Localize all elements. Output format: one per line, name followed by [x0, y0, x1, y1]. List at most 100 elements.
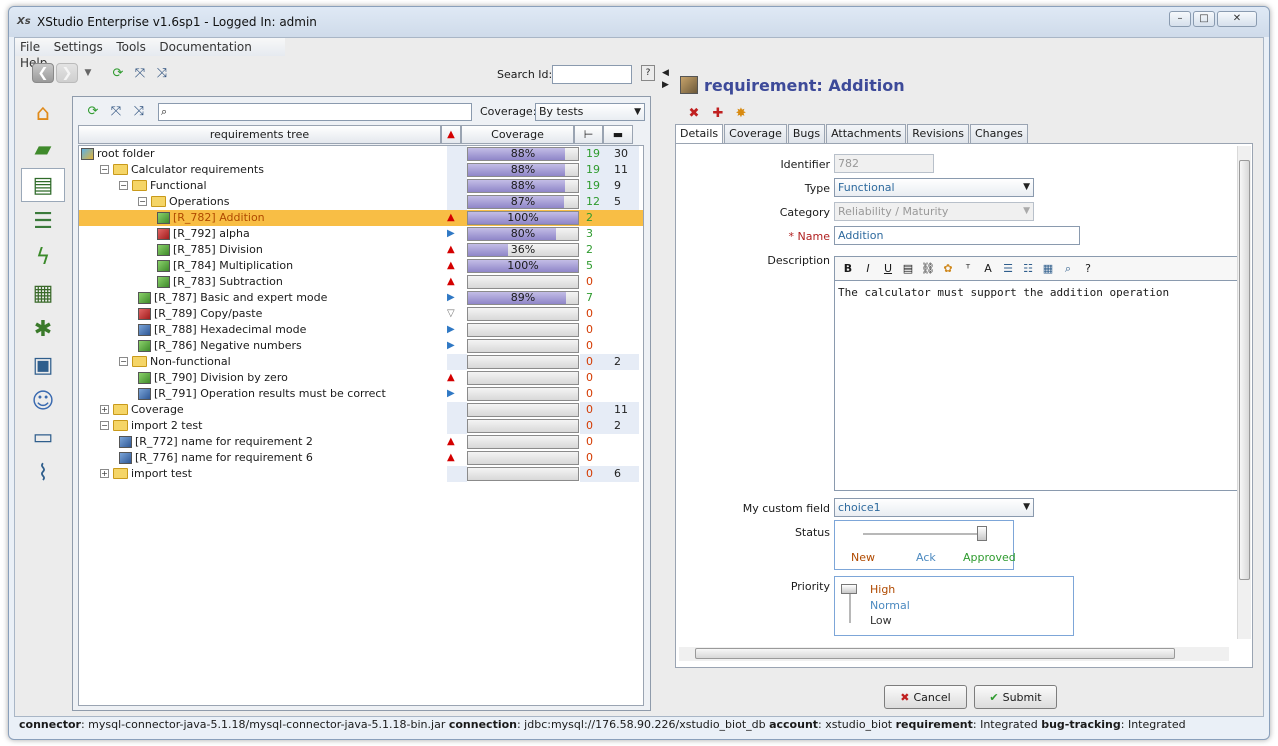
- tree-refresh-icon[interactable]: ⟳: [85, 103, 101, 119]
- close-button[interactable]: ✕: [1217, 11, 1257, 27]
- tree-node[interactable]: [R_785] Division: [157, 243, 263, 256]
- minimize-button[interactable]: –: [1169, 11, 1191, 27]
- tree-node[interactable]: [R_787] Basic and expert mode: [138, 291, 327, 304]
- col-header-tree[interactable]: requirements tree: [78, 125, 441, 144]
- books-icon[interactable]: ☰: [21, 204, 65, 238]
- priority-slider-thumb[interactable]: [841, 584, 857, 594]
- tab-bugs[interactable]: Bugs: [787, 124, 826, 143]
- tree-node[interactable]: [R_776] name for requirement 6: [119, 451, 313, 464]
- clapper-icon[interactable]: ▦: [21, 276, 65, 310]
- tree-row[interactable]: [R_776] name for requirement 6 ▲ 0: [79, 450, 643, 466]
- font-color-icon[interactable]: A: [981, 262, 995, 275]
- home-icon[interactable]: ⌂: [21, 96, 65, 130]
- tree-node[interactable]: − Operations: [138, 195, 229, 208]
- tree-node[interactable]: − Non-functional: [119, 355, 231, 368]
- tab-coverage[interactable]: Coverage: [724, 124, 787, 143]
- type-select[interactable]: Functional ▼: [834, 178, 1034, 197]
- tree-node[interactable]: [R_784] Multiplication: [157, 259, 293, 272]
- delete-requirement-icon[interactable]: ✖: [686, 105, 702, 121]
- tree-node[interactable]: [R_791] Operation results must be correc…: [138, 387, 386, 400]
- forward-button[interactable]: ❯: [56, 63, 78, 83]
- tree-node[interactable]: [R_786] Negative numbers: [138, 339, 302, 352]
- italic-icon[interactable]: I: [861, 262, 875, 275]
- collapse-all-icon[interactable]: ⤨: [154, 65, 170, 81]
- computer-icon[interactable]: ▭: [21, 420, 65, 454]
- tree-row[interactable]: [R_772] name for requirement 2 ▲ 0: [79, 434, 643, 450]
- underline-icon[interactable]: U: [881, 262, 895, 275]
- help-icon[interactable]: ?: [1081, 262, 1095, 275]
- tree-row[interactable]: − Operations 87% 12 5: [79, 194, 643, 210]
- bug-icon[interactable]: ✱: [21, 312, 65, 346]
- description-editor[interactable]: B I U ▤ ⛓ ✿ ᵀ A ☰ ☷ ▦ ⌕ ? The calculator…: [834, 256, 1247, 491]
- tree-row[interactable]: [R_786] Negative numbers ▶ 0: [79, 338, 643, 354]
- tree-row[interactable]: [R_783] Subtraction ▲ 0: [79, 274, 643, 290]
- tree-node[interactable]: [R_783] Subtraction: [157, 275, 283, 288]
- tree-row[interactable]: [R_785] Division ▲ 36% 2: [79, 242, 643, 258]
- back-button[interactable]: ❮: [32, 63, 54, 83]
- collapse-icon[interactable]: −: [119, 181, 128, 190]
- export-requirement-icon[interactable]: ✸: [733, 105, 749, 121]
- tree-row[interactable]: [R_787] Basic and expert mode ▶ 89% 7: [79, 290, 643, 306]
- lightning-icon[interactable]: ϟ: [21, 240, 65, 274]
- tree-row[interactable]: + import test 0 6: [79, 466, 643, 482]
- expand-icon[interactable]: +: [100, 405, 109, 414]
- tab-revisions[interactable]: Revisions: [907, 124, 969, 143]
- menu-documentation[interactable]: Documentation: [154, 38, 257, 54]
- search-icon[interactable]: ⌕: [1061, 262, 1075, 276]
- status-slider-thumb[interactable]: [977, 526, 987, 541]
- collapse-icon[interactable]: −: [100, 165, 109, 174]
- tree-row[interactable]: [R_791] Operation results must be correc…: [79, 386, 643, 402]
- tab-attachments[interactable]: Attachments: [826, 124, 907, 143]
- tree-node[interactable]: [R_782] Addition: [157, 211, 265, 224]
- tree-row[interactable]: + Coverage 0 11: [79, 402, 643, 418]
- tree-node[interactable]: + import test: [100, 467, 192, 480]
- ruler-icon[interactable]: ▰: [21, 132, 65, 166]
- col-header-priority[interactable]: ▲: [441, 125, 461, 144]
- tree-expand-icon[interactable]: ⤧: [108, 103, 124, 119]
- col-header-coverage[interactable]: Coverage: [461, 125, 574, 144]
- tree-row[interactable]: [R_790] Division by zero ▲ 0: [79, 370, 643, 386]
- scroll-thumb[interactable]: [1239, 160, 1250, 580]
- col-header-tests[interactable]: ⊢: [574, 125, 603, 144]
- tab-changes[interactable]: Changes: [970, 124, 1028, 143]
- numbered-list-icon[interactable]: ☷: [1021, 262, 1035, 275]
- layout-icon[interactable]: ▣: [21, 348, 65, 382]
- cancel-button[interactable]: ✖ Cancel: [884, 685, 967, 709]
- link-icon[interactable]: ⛓: [921, 262, 935, 275]
- copy-requirement-icon[interactable]: ✚: [710, 105, 726, 121]
- custom-field-select[interactable]: choice1 ▼: [834, 498, 1034, 517]
- tree-row[interactable]: [R_789] Copy/paste ▽ 0: [79, 306, 643, 322]
- name-field[interactable]: Addition: [834, 226, 1080, 245]
- bold-icon[interactable]: B: [841, 262, 855, 275]
- col-header-executions[interactable]: ▬: [603, 125, 633, 144]
- description-text[interactable]: The calculator must support the addition…: [835, 281, 1246, 304]
- history-dropdown-icon[interactable]: ▼: [82, 65, 94, 81]
- tree-node[interactable]: [R_790] Division by zero: [138, 371, 288, 384]
- help-icon[interactable]: ?: [641, 65, 655, 81]
- coverage-mode-select[interactable]: By tests ▼: [535, 103, 645, 121]
- bullet-list-icon[interactable]: ☰: [1001, 262, 1015, 275]
- tree-row[interactable]: − import 2 test 0 2: [79, 418, 643, 434]
- menu-settings[interactable]: Settings: [49, 38, 108, 54]
- tree-row[interactable]: − Functional 88% 19 9: [79, 178, 643, 194]
- tab-details[interactable]: Details: [675, 124, 724, 144]
- tree-node[interactable]: − Functional: [119, 179, 207, 192]
- expand-icon[interactable]: +: [100, 469, 109, 478]
- tree-node[interactable]: [R_772] name for requirement 2: [119, 435, 313, 448]
- scroll-thumb[interactable]: [695, 648, 1175, 659]
- font-size-icon[interactable]: ᵀ: [961, 262, 975, 275]
- tree-node[interactable]: [R_792] alpha: [157, 227, 250, 240]
- tree-node[interactable]: − Calculator requirements: [100, 163, 264, 176]
- submit-button[interactable]: ✔ Submit: [974, 685, 1057, 709]
- tree-row[interactable]: − Calculator requirements 88% 19 11: [79, 162, 643, 178]
- collapse-icon[interactable]: −: [100, 421, 109, 430]
- requirements-tree[interactable]: root folder 88% 19 30− Calculator requiremen…: [78, 145, 644, 706]
- tree-collapse-icon[interactable]: ⤨: [131, 103, 147, 119]
- tree-row[interactable]: [R_792] alpha ▶ 80% 3: [79, 226, 643, 242]
- refresh-icon[interactable]: ⟳: [110, 65, 126, 81]
- document-icon[interactable]: ▤: [901, 262, 915, 275]
- tree-row[interactable]: [R_782] Addition ▲ 100% 2: [79, 210, 643, 226]
- tree-row[interactable]: [R_788] Hexadecimal mode ▶ 0: [79, 322, 643, 338]
- tree-node[interactable]: − import 2 test: [100, 419, 202, 432]
- expand-all-icon[interactable]: ⤧: [132, 65, 148, 81]
